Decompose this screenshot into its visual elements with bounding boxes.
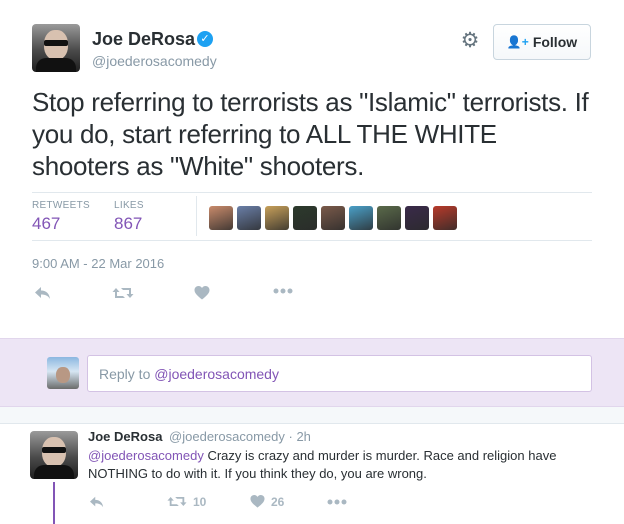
gear-icon[interactable]: ⚙ <box>459 30 481 52</box>
reply-time[interactable]: · 2h <box>289 429 311 444</box>
thread-line <box>53 482 55 524</box>
author-avatar[interactable] <box>32 24 80 72</box>
like-action[interactable]: 26 <box>250 494 284 509</box>
reply-text: @joederosacomedy Crazy is crazy and murd… <box>88 447 588 483</box>
retweets-label: RETWEETS <box>32 200 90 211</box>
divider <box>196 196 197 236</box>
likes-label: LIKES <box>114 200 144 211</box>
liker-avatar[interactable] <box>349 206 373 230</box>
liker-avatar[interactable] <box>433 206 457 230</box>
liker-avatar[interactable] <box>237 206 261 230</box>
tweet-text: Stop referring to terrorists as "Islamic… <box>32 87 589 181</box>
reply-header: Joe DeRosa @joederosacomedy · 2h <box>88 429 311 444</box>
reply-placeholder-prefix: Reply to <box>99 366 155 382</box>
verified-check-icon: ✓ <box>197 31 213 47</box>
retweet-icon <box>167 496 187 507</box>
follow-button[interactable]: 👤+ Follow <box>493 24 591 60</box>
retweet-action[interactable]: 10 <box>167 494 206 509</box>
divider <box>32 240 592 241</box>
reply-mention[interactable]: @joederosacomedy <box>88 448 204 463</box>
liker-avatar[interactable] <box>293 206 317 230</box>
liker-avatar[interactable] <box>265 206 289 230</box>
like-icon[interactable] <box>194 285 210 301</box>
current-user-avatar <box>47 357 79 389</box>
likes-count: 867 <box>114 214 143 233</box>
reply-icon[interactable] <box>34 285 52 301</box>
like-icon <box>250 494 265 508</box>
reply-tweet[interactable]: Joe DeRosa @joederosacomedy · 2h @joeder… <box>0 424 624 524</box>
likes-stat[interactable]: LIKES 867 <box>114 200 144 234</box>
reply-retweet-count: 10 <box>193 494 207 509</box>
liker-avatar[interactable] <box>405 206 429 230</box>
reply-author-handle[interactable]: @joederosacomedy <box>169 429 285 444</box>
liker-avatar[interactable] <box>377 206 401 230</box>
reply-author-avatar[interactable] <box>30 431 78 479</box>
follow-label: Follow <box>532 34 578 50</box>
divider <box>32 192 592 193</box>
more-icon[interactable] <box>273 287 293 295</box>
reply-placeholder-mention: @joederosacomedy <box>154 366 279 382</box>
liker-avatar[interactable] <box>209 206 233 230</box>
more-icon[interactable] <box>327 498 347 506</box>
tweet-timestamp[interactable]: 9:00 AM - 22 Mar 2016 <box>32 256 164 271</box>
author-handle[interactable]: @joederosacomedy <box>92 53 217 69</box>
retweets-stat[interactable]: RETWEETS 467 <box>32 200 90 234</box>
liker-avatars <box>209 206 457 230</box>
reply-input[interactable]: Reply to @joederosacomedy <box>87 355 592 392</box>
retweet-icon[interactable] <box>112 285 134 301</box>
reply-composer: Reply to @joederosacomedy <box>0 338 624 407</box>
add-user-icon: 👤+ <box>506 35 529 49</box>
liker-avatar[interactable] <box>321 206 345 230</box>
divider <box>0 407 624 424</box>
reply-author-name[interactable]: Joe DeRosa <box>88 429 162 444</box>
reply-like-count: 26 <box>271 494 285 509</box>
main-tweet: Joe DeRosa ✓ @joederosacomedy ⚙ 👤+ Follo… <box>0 0 624 338</box>
author-name[interactable]: Joe DeRosa <box>92 29 195 50</box>
retweets-count: 467 <box>32 214 61 233</box>
reply-icon[interactable] <box>89 495 105 509</box>
